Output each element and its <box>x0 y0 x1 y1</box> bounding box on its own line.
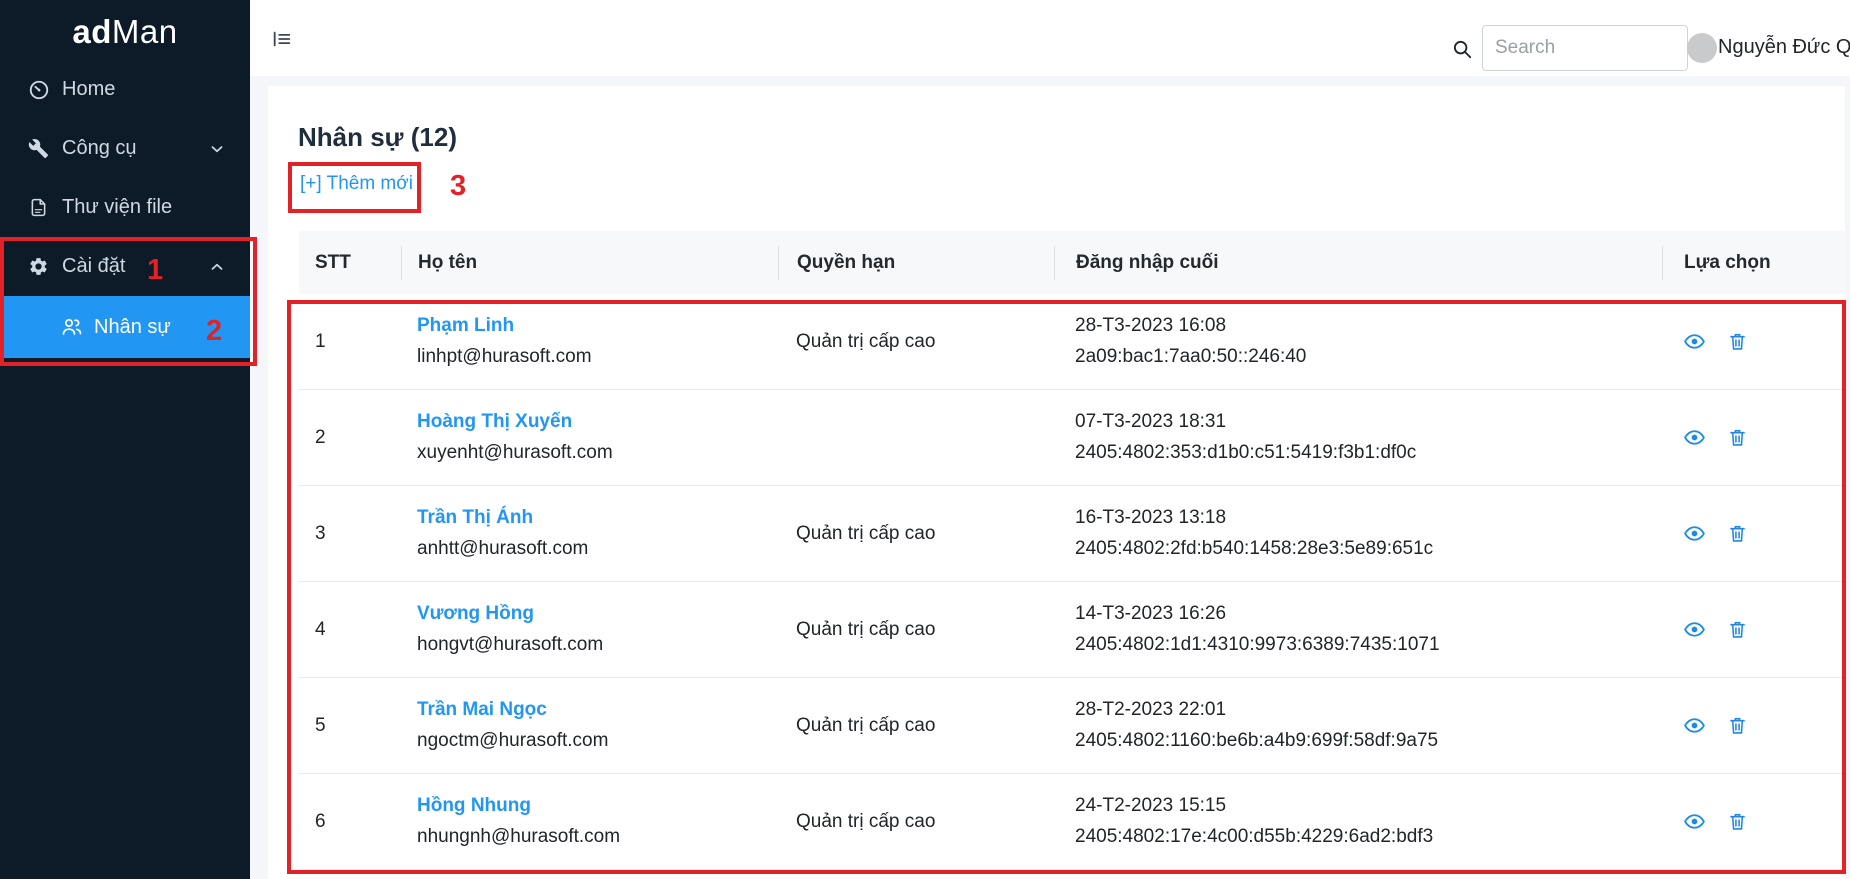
chevron-down-icon <box>208 140 226 158</box>
app-logo: adMan <box>0 0 250 64</box>
view-icon[interactable] <box>1683 330 1706 353</box>
content-card: Nhân sự (12) [+] Thêm mới STT Họ tên Quy… <box>268 86 1845 879</box>
chevron-up-icon <box>208 258 226 276</box>
table-header: STT Họ tên Quyền hạn Đăng nhập cuối Lựa … <box>299 231 1845 294</box>
employee-email: xuyenht@hurasoft.com <box>417 442 778 464</box>
last-login-time: 28-T2-2023 22:01 <box>1075 699 1662 721</box>
delete-icon[interactable] <box>1727 330 1750 353</box>
sidebar: adMan Home Công cụ Thư viện file <box>0 0 250 879</box>
view-icon[interactable] <box>1683 714 1706 737</box>
last-login-ip: 2405:4802:353:d1b0:c51:5419:f3b1:df0c <box>1075 442 1662 464</box>
sidebar-toggle-icon[interactable] <box>271 28 293 50</box>
view-icon[interactable] <box>1683 426 1706 449</box>
delete-icon[interactable] <box>1727 810 1750 833</box>
table-body: 1 Phạm Linh linhpt@hurasoft.com Quản trị… <box>299 294 1845 870</box>
avatar[interactable] <box>1687 33 1717 63</box>
table-row: 2 Hoàng Thị Xuyến xuyenht@hurasoft.com 0… <box>299 390 1845 486</box>
employee-name-link[interactable]: Vương Hồng <box>417 603 778 625</box>
sidebar-item-tools[interactable]: Công cụ <box>0 119 250 178</box>
last-login-time: 14-T3-2023 16:26 <box>1075 603 1662 625</box>
sidebar-item-home[interactable]: Home <box>0 60 250 119</box>
row-index: 4 <box>299 619 401 641</box>
last-login-ip: 2405:4802:1160:be6b:a4b9:699f:58df:9a75 <box>1075 730 1662 752</box>
gear-icon <box>28 256 50 278</box>
sidebar-item-personnel[interactable]: Nhân sự <box>0 296 250 358</box>
row-index: 6 <box>299 811 401 833</box>
row-index: 1 <box>299 331 401 353</box>
logo-light-part: Man <box>112 13 178 51</box>
column-header-actions: Lựa chọn <box>1662 246 1845 280</box>
employee-email: anhtt@hurasoft.com <box>417 538 778 560</box>
search-icon <box>1451 38 1473 60</box>
last-login-time: 28-T3-2023 16:08 <box>1075 315 1662 337</box>
employee-name-link[interactable]: Trần Thị Ánh <box>417 507 778 529</box>
user-name[interactable]: Nguyễn Đức Qu <box>1718 36 1850 59</box>
view-icon[interactable] <box>1683 522 1706 545</box>
last-login-time: 16-T3-2023 13:18 <box>1075 507 1662 529</box>
row-index: 5 <box>299 715 401 737</box>
delete-icon[interactable] <box>1727 426 1750 449</box>
employee-role: Quản trị cấp cao <box>778 523 1054 545</box>
last-login-time: 24-T2-2023 15:15 <box>1075 795 1662 817</box>
table-row: 1 Phạm Linh linhpt@hurasoft.com Quản trị… <box>299 294 1845 390</box>
people-icon <box>60 315 84 339</box>
sidebar-nav: Home Công cụ Thư viện file Cài đặt <box>0 60 250 358</box>
table-row: 6 Hồng Nhung nhungnh@hurasoft.com Quản t… <box>299 774 1845 870</box>
gauge-icon <box>28 79 50 101</box>
sidebar-item-settings[interactable]: Cài đặt <box>0 237 250 296</box>
employee-role: Quản trị cấp cao <box>778 619 1054 641</box>
row-index: 2 <box>299 427 401 449</box>
sidebar-item-file-library[interactable]: Thư viện file <box>0 178 250 237</box>
sidebar-subitem-label: Nhân sự <box>94 316 171 339</box>
table-row: 4 Vương Hồng hongvt@hurasoft.com Quản tr… <box>299 582 1845 678</box>
page-title: Nhân sự (12) <box>298 122 1845 153</box>
delete-icon[interactable] <box>1727 522 1750 545</box>
column-header-last-login: Đăng nhập cuối <box>1054 246 1662 280</box>
employee-email: hongvt@hurasoft.com <box>417 634 778 656</box>
logo-bold-part: ad <box>72 13 112 51</box>
sidebar-item-label: Thư viện file <box>62 196 226 219</box>
employee-name-link[interactable]: Phạm Linh <box>417 315 778 337</box>
sidebar-item-label: Cài đặt <box>62 255 208 278</box>
delete-icon[interactable] <box>1727 618 1750 641</box>
wrench-icon <box>28 138 50 160</box>
table-row: 3 Trần Thị Ánh anhtt@hurasoft.com Quản t… <box>299 486 1845 582</box>
search-input[interactable] <box>1482 25 1688 71</box>
employee-email: ngoctm@hurasoft.com <box>417 730 778 752</box>
sidebar-item-label: Home <box>62 78 226 101</box>
column-header-name: Họ tên <box>401 246 778 280</box>
topbar: Nguyễn Đức Qu <box>250 0 1850 76</box>
employee-role: Quản trị cấp cao <box>778 811 1054 833</box>
employee-email: linhpt@hurasoft.com <box>417 346 778 368</box>
column-header-role: Quyền hạn <box>778 246 1054 280</box>
personnel-table: STT Họ tên Quyền hạn Đăng nhập cuối Lựa … <box>299 231 1845 870</box>
last-login-time: 07-T3-2023 18:31 <box>1075 411 1662 433</box>
employee-name-link[interactable]: Trần Mai Ngọc <box>417 699 778 721</box>
last-login-ip: 2405:4802:1d1:4310:9973:6389:7435:1071 <box>1075 634 1662 656</box>
employee-role: Quản trị cấp cao <box>778 331 1054 353</box>
last-login-ip: 2405:4802:17e:4c00:d55b:4229:6ad2:bdf3 <box>1075 826 1662 848</box>
column-header-stt: STT <box>299 246 401 280</box>
row-index: 3 <box>299 523 401 545</box>
last-login-ip: 2a09:bac1:7aa0:50::246:40 <box>1075 346 1662 368</box>
delete-icon[interactable] <box>1727 714 1750 737</box>
employee-name-link[interactable]: Hồng Nhung <box>417 795 778 817</box>
table-row: 5 Trần Mai Ngọc ngoctm@hurasoft.com Quản… <box>299 678 1845 774</box>
view-icon[interactable] <box>1683 618 1706 641</box>
add-new-button[interactable]: [+] Thêm mới <box>300 173 413 195</box>
employee-role: Quản trị cấp cao <box>778 715 1054 737</box>
last-login-ip: 2405:4802:2fd:b540:1458:28e3:5e89:651c <box>1075 538 1662 560</box>
employee-email: nhungnh@hurasoft.com <box>417 826 778 848</box>
file-icon <box>28 197 50 219</box>
sidebar-item-label: Công cụ <box>62 137 208 160</box>
view-icon[interactable] <box>1683 810 1706 833</box>
employee-name-link[interactable]: Hoàng Thị Xuyến <box>417 411 778 433</box>
